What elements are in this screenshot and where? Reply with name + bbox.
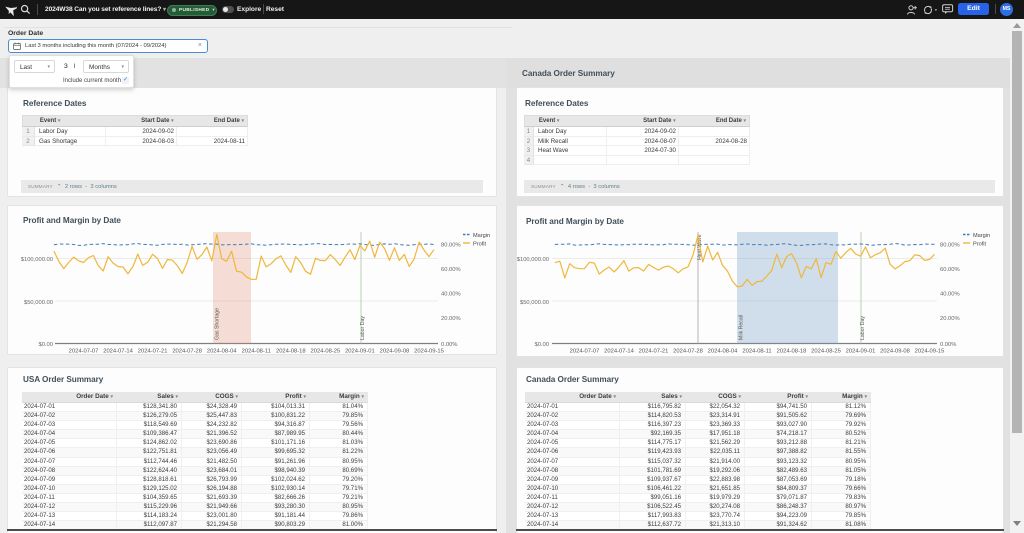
svg-text:20.00%: 20.00%	[940, 316, 960, 322]
svg-text:2024-08-25: 2024-08-25	[311, 349, 341, 355]
svg-text:Labor Day: Labor Day	[860, 316, 866, 340]
svg-text:80.00%: 80.00%	[940, 243, 960, 249]
svg-text:2024-08-18: 2024-08-18	[777, 349, 807, 355]
svg-text:2024-09-08: 2024-09-08	[880, 349, 910, 355]
svg-text:$50,000.00: $50,000.00	[520, 300, 549, 306]
svg-text:2024-07-21: 2024-07-21	[138, 349, 168, 355]
svg-text:$0.00: $0.00	[534, 342, 549, 348]
svg-text:2024-07-21: 2024-07-21	[639, 349, 669, 355]
svg-text:2024-07-14: 2024-07-14	[103, 349, 133, 355]
svg-text:2024-09-01: 2024-09-01	[846, 349, 876, 355]
svg-text:60.00%: 60.00%	[441, 267, 461, 273]
svg-text:$100,000.00: $100,000.00	[21, 257, 53, 263]
svg-text:2024-08-25: 2024-08-25	[811, 349, 841, 355]
svg-text:2024-07-07: 2024-07-07	[69, 349, 99, 355]
svg-text:Profit: Profit	[973, 242, 987, 248]
svg-text:$50,000.00: $50,000.00	[24, 300, 53, 306]
svg-text:80.00%: 80.00%	[441, 243, 461, 249]
svg-text:$0.00: $0.00	[38, 342, 53, 348]
svg-text:0.00%: 0.00%	[940, 342, 956, 348]
svg-text:Margin: Margin	[973, 233, 990, 239]
svg-text:2024-09-08: 2024-09-08	[380, 349, 410, 355]
svg-text:2024-07-07: 2024-07-07	[570, 349, 600, 355]
svg-text:2024-07-14: 2024-07-14	[604, 349, 634, 355]
svg-text:2024-07-28: 2024-07-28	[673, 349, 703, 355]
svg-text:Milk Recall: Milk Recall	[739, 315, 745, 340]
svg-text:Margin: Margin	[473, 233, 490, 239]
svg-text:$100,000.00: $100,000.00	[517, 257, 549, 263]
svg-text:2024-09-15: 2024-09-15	[414, 349, 444, 355]
svg-text:2024-09-01: 2024-09-01	[345, 349, 375, 355]
svg-text:60.00%: 60.00%	[940, 267, 960, 273]
svg-text:Profit: Profit	[473, 242, 487, 248]
svg-text:2024-08-18: 2024-08-18	[276, 349, 306, 355]
svg-text:40.00%: 40.00%	[441, 292, 461, 298]
svg-text:2024-08-04: 2024-08-04	[207, 349, 237, 355]
svg-text:2024-07-28: 2024-07-28	[172, 349, 202, 355]
svg-text:2024-08-04: 2024-08-04	[708, 349, 738, 355]
svg-text:2024-08-11: 2024-08-11	[242, 349, 271, 355]
svg-text:0.00%: 0.00%	[441, 342, 457, 348]
svg-text:2024-08-11: 2024-08-11	[742, 349, 771, 355]
svg-text:40.00%: 40.00%	[940, 292, 960, 298]
svg-text:2024-09-15: 2024-09-15	[915, 349, 945, 355]
svg-text:20.00%: 20.00%	[441, 316, 461, 322]
svg-text:Labor Day: Labor Day	[360, 316, 366, 340]
svg-text:Gas Shortage: Gas Shortage	[215, 308, 221, 340]
